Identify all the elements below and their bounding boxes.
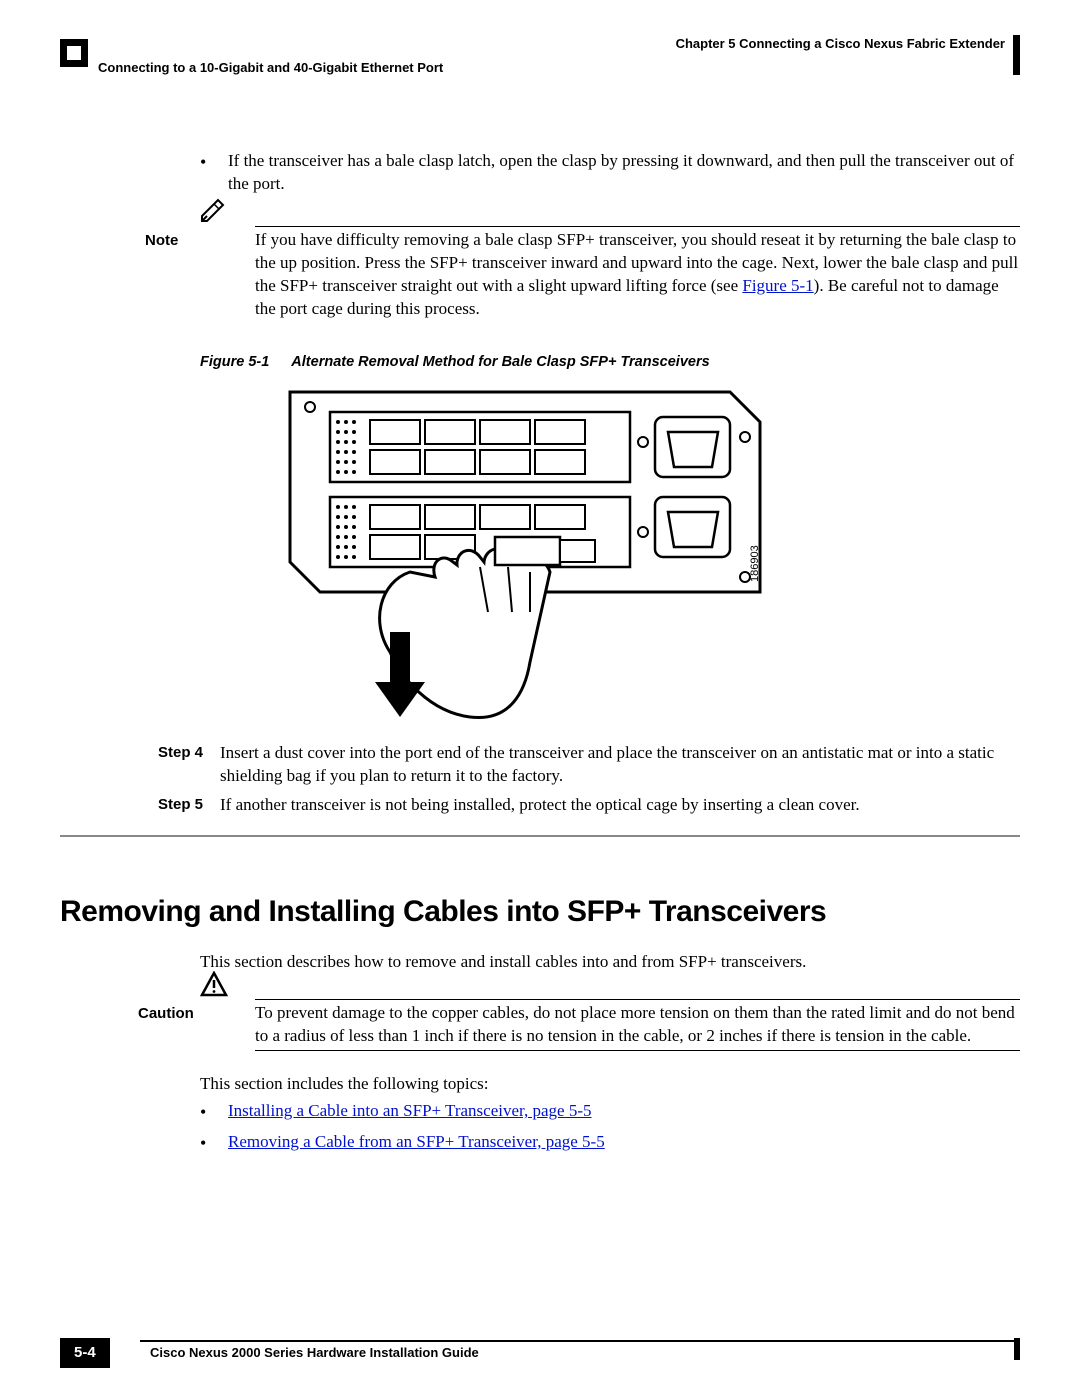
section-divider [60, 835, 1020, 837]
topics-intro: This section includes the following topi… [200, 1073, 1020, 1096]
bullet-dot-icon: • [200, 150, 228, 196]
figure-title: Alternate Removal Method for Bale Clasp … [291, 354, 709, 370]
footer-bar-icon [1014, 1338, 1020, 1360]
section-heading: Removing and Installing Cables into SFP+… [60, 892, 1020, 933]
figure-number: Figure 5-1 [200, 354, 291, 370]
page-header: Chapter 5 Connecting a Cisco Nexus Fabri… [60, 35, 1020, 80]
section-label: Connecting to a 10-Gigabit and 40-Gigabi… [60, 57, 1020, 77]
topic-link[interactable]: Installing a Cable into an SFP+ Transcei… [228, 1101, 592, 1120]
figure-id-label: 186903 [749, 545, 761, 582]
header-square-inner-icon [67, 46, 81, 60]
page-footer: Cisco Nexus 2000 Series Hardware Install… [60, 1340, 1020, 1362]
bullet-text: If the transceiver has a bale clasp latc… [228, 150, 1020, 196]
chapter-label: Chapter 5 Connecting a Cisco Nexus Fabri… [676, 36, 1020, 51]
step-row: Step 4 Insert a dust cover into the port… [158, 742, 1020, 788]
figure-caption: Figure 5-1Alternate Removal Method for B… [200, 353, 1020, 373]
caution-label: Caution [138, 1003, 198, 1024]
figure-link[interactable]: Figure 5-1 [742, 276, 813, 295]
page-number: 5-4 [60, 1338, 110, 1368]
footer-title: Cisco Nexus 2000 Series Hardware Install… [150, 1344, 1020, 1362]
footer-rule [140, 1340, 1020, 1342]
note-label: Note [145, 230, 195, 251]
step-text: If another transceiver is not being inst… [220, 794, 1020, 817]
topic-item: • Removing a Cable from an SFP+ Transcei… [200, 1131, 1020, 1155]
bullet-item: • If the transceiver has a bale clasp la… [200, 150, 1020, 196]
note-pencil-icon [200, 198, 240, 226]
bullet-dot-icon: • [200, 1100, 228, 1124]
topic-item: • Installing a Cable into an SFP+ Transc… [200, 1100, 1020, 1124]
bullet-dot-icon: • [200, 1131, 228, 1155]
topic-link[interactable]: Removing a Cable from an SFP+ Transceive… [228, 1132, 605, 1151]
step-label: Step 5 [158, 794, 220, 817]
caution-triangle-icon [200, 971, 240, 999]
step-row: Step 5 If another transceiver is not bei… [158, 794, 1020, 817]
caution-block: Caution To prevent damage to the copper … [200, 999, 1020, 1051]
figure-illustration: 186903 [260, 382, 770, 732]
step-label: Step 4 [158, 742, 220, 788]
caution-text: To prevent damage to the copper cables, … [255, 1003, 1015, 1045]
step-text: Insert a dust cover into the port end of… [220, 742, 1020, 788]
intro-paragraph: This section describes how to remove and… [200, 951, 1020, 974]
note-block: Note If you have difficulty removing a b… [200, 226, 1020, 323]
